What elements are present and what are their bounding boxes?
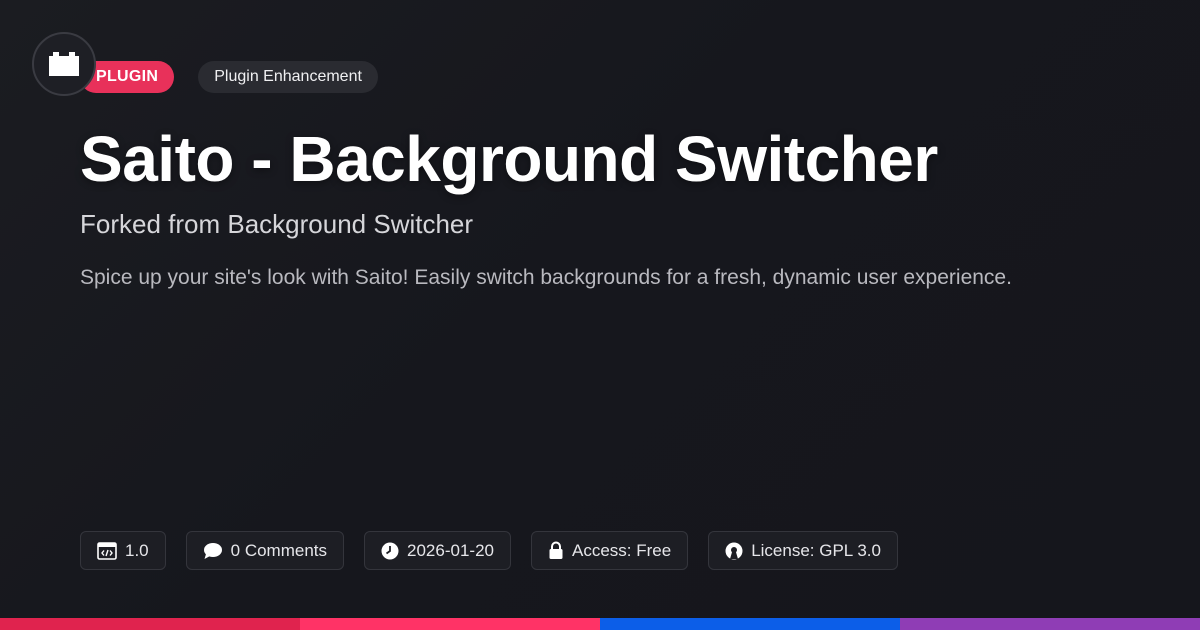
open-source-icon	[725, 542, 743, 559]
page-description: Spice up your site's look with Saito! Ea…	[80, 266, 1012, 289]
category-badge[interactable]: Plugin Enhancement	[198, 61, 378, 93]
license-chip: License: GPL 3.0	[708, 531, 898, 570]
speech-bubble-icon	[203, 542, 222, 559]
page-subtitle: Forked from Background Switcher	[80, 209, 474, 239]
access-value: Access: Free	[571, 540, 672, 560]
code-window-icon	[97, 541, 117, 560]
bar-segment-4	[900, 618, 1200, 630]
bar-segment-3	[600, 618, 900, 630]
version-chip: 1.0	[80, 531, 166, 570]
clock-icon	[381, 542, 399, 559]
date-value: 2026-01-20	[407, 540, 494, 560]
page-title: Saito - Background Switcher	[80, 123, 938, 195]
comments-chip[interactable]: 0 Comments	[185, 531, 345, 570]
bar-segment-2	[300, 618, 600, 630]
bar-segment-1	[0, 618, 300, 630]
comments-count: 0 Comments	[230, 540, 328, 560]
plugin-logo	[32, 32, 96, 96]
access-chip: Access: Free	[530, 531, 689, 570]
plugin-block-icon	[49, 52, 79, 76]
bottom-color-bar	[0, 618, 1200, 630]
date-chip: 2026-01-20	[364, 531, 511, 570]
badge-row: PLUGIN Plugin Enhancement	[80, 61, 378, 93]
license-value: License: GPL 3.0	[751, 540, 881, 560]
meta-row: 1.0 0 Comments 2026-01-20 Access: Free L…	[80, 531, 898, 570]
lock-icon	[549, 541, 563, 559]
version-value: 1.0	[125, 540, 149, 560]
